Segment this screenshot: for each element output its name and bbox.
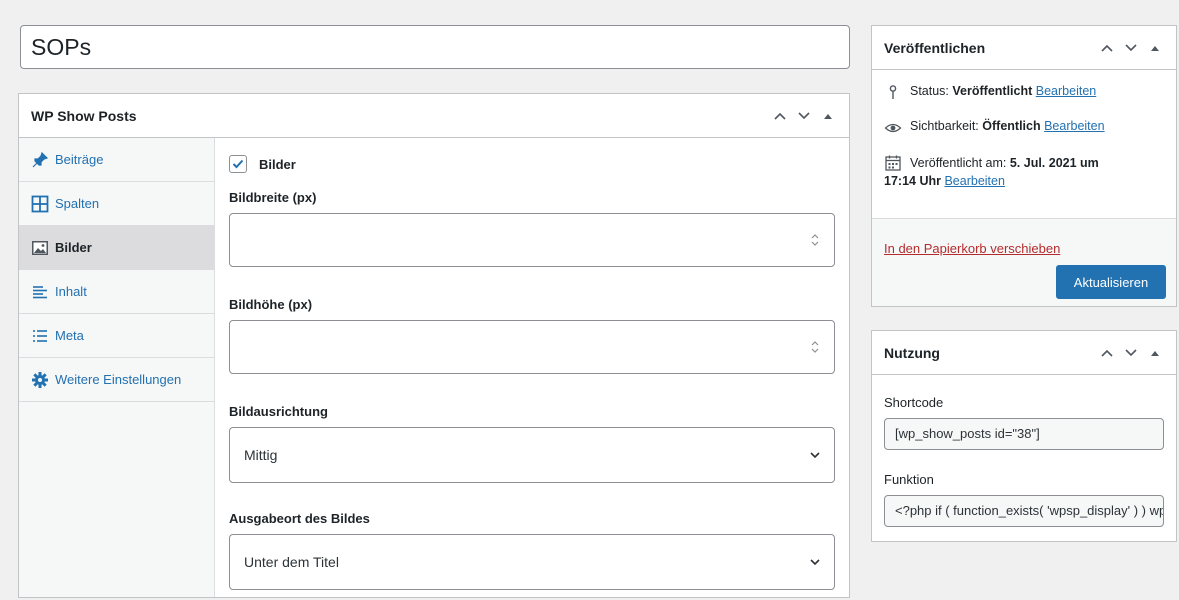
usage-header: Nutzung [872,331,1176,375]
visibility-value: Öffentlich [982,119,1041,133]
image-width-input[interactable] [229,213,835,267]
function-label: Funktion [884,472,934,487]
published-date-line1: 5. Jul. 2021 um [1009,156,1099,170]
wpsp-title: WP Show Posts [31,107,137,124]
move-up-icon[interactable] [1098,39,1116,57]
sidebar-item-label: Weitere Einstellungen [55,372,182,387]
sidebar-item-inhalt[interactable]: Inhalt [19,270,214,314]
list-icon [33,329,47,342]
wpsp-sidebar: Beiträge Spalten Bilder Inhalt Meta Weit… [19,138,215,597]
status-value: Veröffentlicht [952,84,1033,98]
published-edit-link[interactable]: Bearbeiten [944,174,1004,188]
sidebar-item-bilder[interactable]: Bilder [19,226,214,270]
publish-actions: In den Papierkorb verschieben Aktualisie… [872,218,1176,306]
publish-header: Veröffentlichen [872,26,1176,70]
sidebar-item-meta[interactable]: Meta [19,314,214,358]
published-prefix: Veröffentlicht am: [910,156,1007,170]
check-icon [232,159,244,169]
shortcode-field[interactable]: [wp_show_posts id="38"] [884,418,1164,450]
image-alignment-select[interactable]: Mittig [229,427,835,483]
image-alignment-value: Mittig [244,447,278,463]
sidebar-item-label: Meta [55,328,84,343]
image-location-select[interactable]: Unter dem Titel [229,534,835,590]
image-width-label: Bildbreite (px) [229,190,317,205]
published-time-value: 17:14 Uhr [884,174,941,188]
sidebar-item-label: Beiträge [55,152,104,167]
published-time-row: 17:14 Uhr Bearbeiten [884,174,1164,188]
collapse-toggle-icon[interactable] [1146,344,1164,362]
publish-box: Veröffentlichen Status: Veröffentlicht B… [871,25,1177,307]
image-height-input[interactable] [229,320,835,374]
move-to-trash-link[interactable]: In den Papierkorb verschieben [884,241,1060,256]
published-date-row: Veröffentlicht am: 5. Jul. 2021 um [884,154,1164,172]
image-icon [32,240,48,255]
move-up-icon[interactable] [771,107,789,125]
move-down-icon[interactable] [795,107,813,125]
image-location-label: Ausgabeort des Bildes [229,511,370,526]
usage-handle-actions [1098,344,1164,362]
status-edit-link[interactable]: Bearbeiten [1036,84,1096,98]
function-field[interactable]: <?php if ( function_exists( 'wpsp_displa… [884,495,1164,527]
wpsp-handle-actions [771,107,837,125]
wp-show-posts-box: WP Show Posts Beiträge Spalten Bilder In… [18,93,850,598]
columns-icon [31,195,49,212]
usage-box: Nutzung Shortcode [wp_show_posts id="38"… [871,330,1177,542]
text-align-icon [33,285,47,298]
calendar-icon [885,155,901,171]
gear-icon [32,371,48,388]
wpsp-header: WP Show Posts [19,94,849,138]
post-title-input[interactable] [20,25,850,69]
sidebar-item-weitere-einstellungen[interactable]: Weitere Einstellungen [19,358,214,402]
visibility-edit-link[interactable]: Bearbeiten [1044,119,1104,133]
sidebar-item-label: Spalten [55,196,100,211]
visibility-row: Sichtbarkeit: Öffentlich Bearbeiten [884,119,1164,137]
image-location-value: Unter dem Titel [244,554,339,570]
sidebar-item-beitraege[interactable]: Beiträge [19,138,214,182]
chevron-down-icon [810,452,820,459]
status-prefix: Status: [910,84,949,98]
images-checkbox-label: Bilder [259,156,296,172]
eye-icon [884,123,902,133]
move-down-icon[interactable] [1122,344,1140,362]
move-up-icon[interactable] [1098,344,1116,362]
usage-title: Nutzung [884,344,940,361]
collapse-toggle-icon[interactable] [819,107,837,125]
visibility-prefix: Sichtbarkeit: [910,119,979,133]
images-checkbox-row: Bilder [229,150,835,178]
sidebar-item-label: Bilder [55,240,92,255]
collapse-toggle-icon[interactable] [1146,39,1164,57]
chevron-down-icon [810,559,820,566]
sidebar-item-spalten[interactable]: Spalten [19,182,214,226]
image-height-label: Bildhöhe (px) [229,297,313,312]
shortcode-label: Shortcode [884,395,944,410]
wpsp-settings-panel: Bilder Bildbreite (px) Bildhöhe (px) Bil… [215,138,849,597]
pin-icon [889,85,897,99]
pin-icon [32,151,49,167]
images-checkbox[interactable] [229,155,247,173]
publish-title: Veröffentlichen [884,39,986,56]
publish-handle-actions [1098,39,1164,57]
spinner-icon[interactable] [810,232,820,248]
sidebar-item-label: Inhalt [55,284,87,299]
image-alignment-label: Bildausrichtung [229,404,328,419]
status-row: Status: Veröffentlicht Bearbeiten [884,84,1164,102]
update-button[interactable]: Aktualisieren [1056,265,1166,299]
spinner-icon[interactable] [810,339,820,355]
move-down-icon[interactable] [1122,39,1140,57]
